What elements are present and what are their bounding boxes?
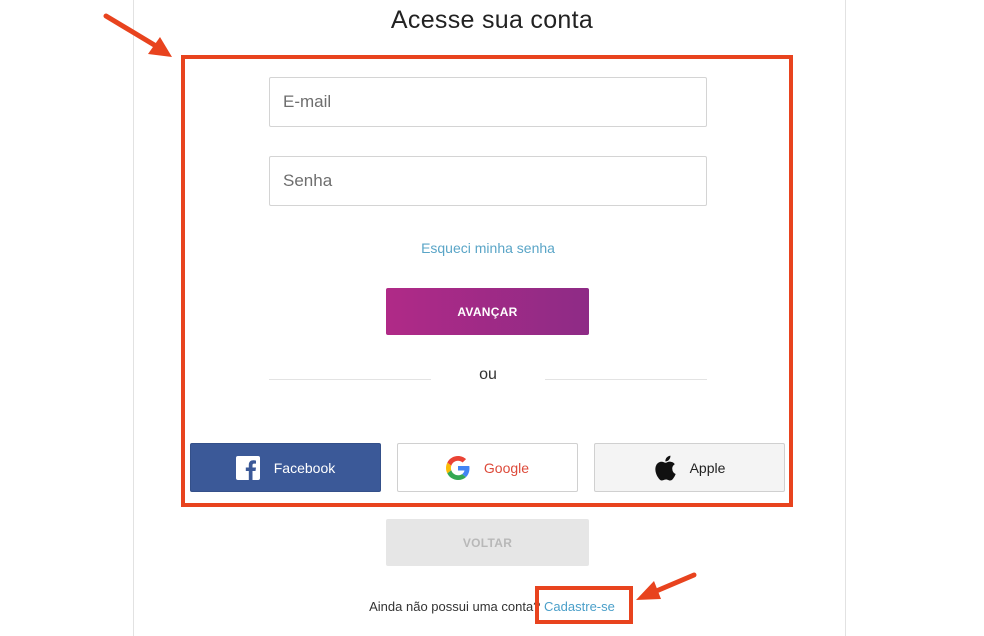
google-icon — [445, 455, 470, 480]
divider-text: ou — [479, 366, 497, 383]
signup-row: Ainda não possui uma conta? Cadastre-se — [0, 599, 984, 614]
facebook-login-button[interactable]: Facebook — [190, 443, 381, 492]
email-field[interactable] — [269, 77, 707, 127]
facebook-label: Facebook — [273, 459, 336, 476]
google-label: Google — [483, 459, 530, 476]
back-button[interactable]: VOLTAR — [386, 519, 589, 566]
google-login-button[interactable]: Google — [397, 443, 578, 492]
forgot-password-link[interactable]: Esqueci minha senha — [0, 240, 976, 256]
divider-line-right — [545, 379, 707, 380]
password-field[interactable] — [269, 156, 707, 206]
divider-line-left — [269, 379, 431, 380]
apple-login-button[interactable]: Apple — [594, 443, 785, 492]
page-title: Acesse sua conta — [390, 6, 594, 34]
apple-icon — [654, 455, 676, 481]
apple-label: Apple — [689, 459, 726, 476]
facebook-icon — [235, 455, 260, 480]
signup-link[interactable]: Cadastre-se — [544, 599, 615, 614]
signup-prompt: Ainda não possui uma conta? — [369, 599, 541, 614]
submit-button[interactable]: AVANÇAR — [386, 288, 589, 335]
